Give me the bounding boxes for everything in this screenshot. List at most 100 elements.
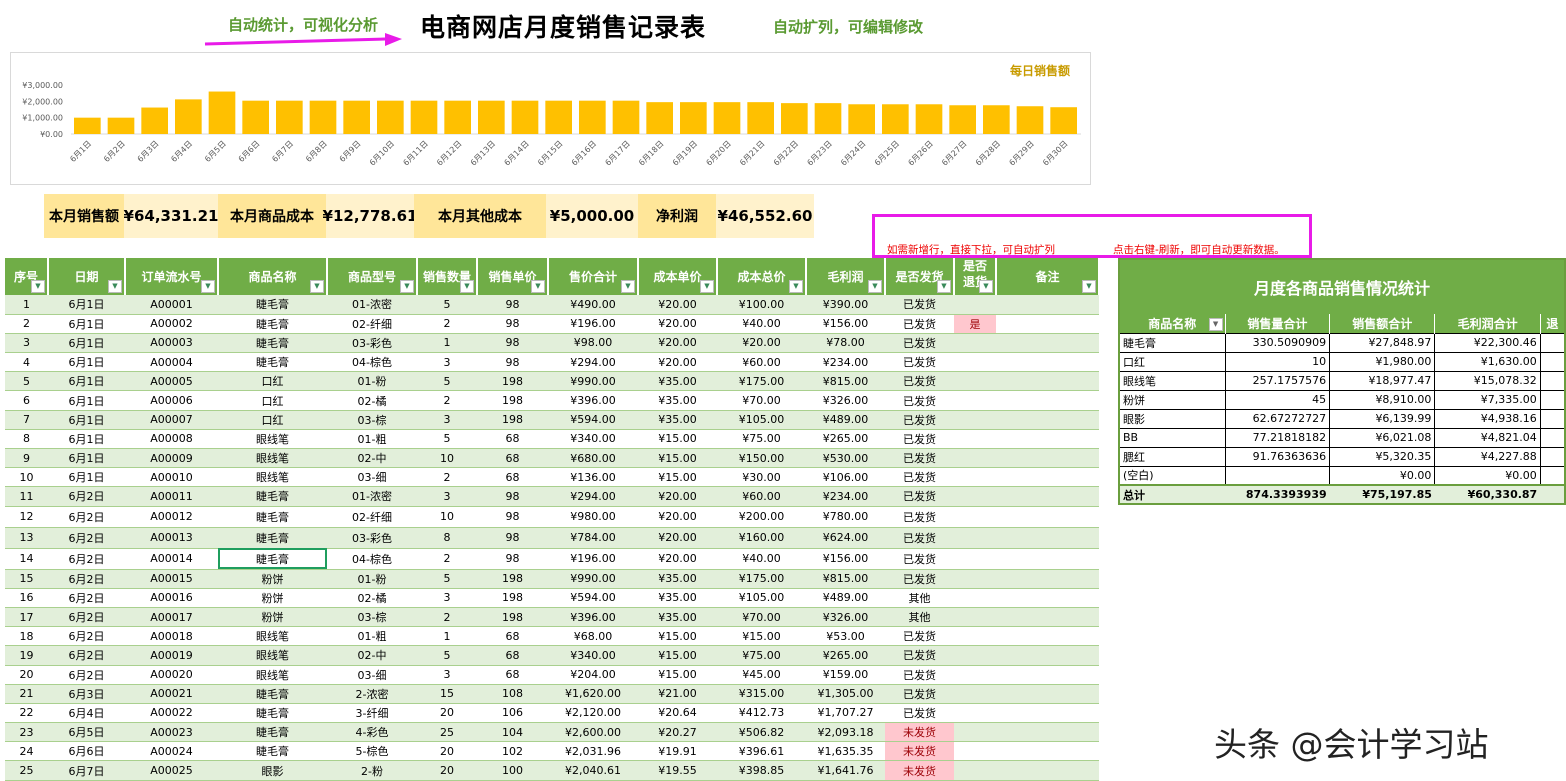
table-cell[interactable]: ¥326.00 [806, 607, 885, 628]
table-cell[interactable]: 6月2日 [48, 548, 125, 570]
pivot-cell[interactable] [1539, 389, 1566, 410]
table-cell[interactable]: ¥294.00 [548, 352, 638, 373]
table-cell[interactable]: 9 [5, 448, 48, 469]
table-cell[interactable]: 8 [5, 429, 48, 450]
table-cell[interactable]: 6月2日 [48, 607, 125, 628]
table-cell[interactable]: ¥2,031.96 [548, 741, 638, 762]
pivot-cell[interactable]: 77.21818182 [1224, 427, 1331, 448]
table-cell[interactable]: ¥70.00 [717, 607, 806, 628]
table-cell[interactable]: ¥530.00 [806, 448, 885, 469]
table-cell[interactable]: ¥156.00 [806, 314, 885, 334]
table-cell[interactable]: ¥490.00 [548, 295, 638, 315]
table-cell[interactable]: 6月6日 [48, 741, 125, 762]
table-cell[interactable]: 18 [5, 626, 48, 647]
table-cell[interactable]: 3 [5, 333, 48, 354]
table-cell[interactable]: 5 [417, 569, 477, 589]
table-cell[interactable]: ¥35.00 [638, 569, 717, 589]
table-cell[interactable]: 15 [5, 569, 48, 589]
table-cell[interactable]: 68 [477, 448, 548, 469]
table-cell[interactable]: 10 [417, 448, 477, 469]
pivot-cell[interactable]: ¥60,330.87 [1434, 484, 1541, 504]
table-cell[interactable]: 2 [417, 467, 477, 488]
table-cell[interactable] [954, 684, 996, 704]
table-cell[interactable]: 03-彩色 [327, 527, 417, 549]
table-cell[interactable]: 已发货 [885, 569, 954, 589]
table-cell[interactable]: 2 [5, 314, 48, 334]
table-cell[interactable]: 10 [417, 506, 477, 528]
table-cell[interactable]: ¥53.00 [806, 626, 885, 647]
table-cell[interactable]: 108 [477, 684, 548, 704]
table-cell[interactable] [996, 569, 1099, 589]
table-cell[interactable]: 眼线笔 [218, 626, 327, 647]
table-cell[interactable]: ¥98.00 [548, 333, 638, 354]
table-cell[interactable]: ¥680.00 [548, 448, 638, 469]
table-cell[interactable]: 01-浓密 [327, 486, 417, 507]
table-cell[interactable]: 粉饼 [218, 588, 327, 608]
table-cell[interactable] [996, 506, 1099, 528]
pivot-cell[interactable]: 62.67272727 [1224, 408, 1331, 429]
table-cell[interactable]: 98 [477, 314, 548, 334]
pivot-cell[interactable]: ¥27,848.97 [1329, 332, 1436, 353]
table-cell[interactable]: 68 [477, 645, 548, 666]
table-cell[interactable]: 15 [417, 684, 477, 704]
table-cell[interactable]: 02-纤细 [327, 506, 417, 528]
table-cell[interactable]: ¥990.00 [548, 371, 638, 392]
table-cell[interactable]: 3-纤细 [327, 703, 417, 724]
pivot-cell[interactable]: ¥22,300.46 [1434, 332, 1541, 353]
table-cell[interactable]: ¥234.00 [806, 352, 885, 373]
table-cell[interactable]: 104 [477, 722, 548, 743]
table-cell[interactable]: A00014 [125, 548, 218, 570]
table-cell[interactable]: ¥594.00 [548, 410, 638, 430]
table-cell[interactable]: 已发货 [885, 352, 954, 373]
table-cell[interactable]: A00022 [125, 703, 218, 724]
table-cell[interactable]: ¥19.55 [638, 760, 717, 781]
table-cell[interactable]: 98 [477, 548, 548, 570]
filter-dropdown-icon[interactable]: ▼ [979, 280, 993, 293]
table-cell[interactable] [996, 429, 1099, 450]
table-cell[interactable]: 6月1日 [48, 410, 125, 430]
table-cell[interactable] [954, 645, 996, 666]
table-cell[interactable]: 03-彩色 [327, 333, 417, 354]
table-cell[interactable]: ¥1,641.76 [806, 760, 885, 781]
table-cell[interactable]: 17 [5, 607, 48, 628]
pivot-cell[interactable]: ¥5,320.35 [1329, 446, 1436, 467]
pivot-cell[interactable]: ¥4,821.04 [1434, 427, 1541, 448]
table-cell[interactable]: 已发货 [885, 486, 954, 507]
table-cell[interactable]: 01-粗 [327, 626, 417, 647]
table-cell[interactable]: A00016 [125, 588, 218, 608]
table-cell[interactable] [996, 722, 1099, 743]
table-cell[interactable]: 3 [417, 588, 477, 608]
table-cell[interactable]: 睫毛膏 [218, 722, 327, 743]
table-cell[interactable] [996, 410, 1099, 430]
table-cell[interactable]: ¥294.00 [548, 486, 638, 507]
table-cell[interactable]: 20 [5, 665, 48, 685]
table-cell[interactable]: 102 [477, 741, 548, 762]
pivot-cell[interactable]: (空白) [1118, 465, 1226, 486]
table-cell[interactable] [954, 486, 996, 507]
filter-dropdown-icon[interactable]: ▼ [789, 280, 803, 293]
table-cell[interactable]: 01-浓密 [327, 295, 417, 315]
table-cell[interactable]: A00023 [125, 722, 218, 743]
table-cell[interactable]: ¥2,040.61 [548, 760, 638, 781]
pivot-cell[interactable]: ¥6,139.99 [1329, 408, 1436, 429]
table-cell[interactable]: 6月4日 [48, 703, 125, 724]
filter-dropdown-icon[interactable]: ▼ [310, 280, 324, 293]
table-cell[interactable] [954, 371, 996, 392]
table-cell[interactable] [954, 506, 996, 528]
table-cell[interactable]: ¥594.00 [548, 588, 638, 608]
table-cell[interactable]: 04-棕色 [327, 352, 417, 373]
table-cell[interactable]: 6月5日 [48, 722, 125, 743]
table-cell[interactable]: 02-中 [327, 645, 417, 666]
table-cell[interactable]: 2 [417, 314, 477, 334]
table-cell[interactable]: 6月1日 [48, 371, 125, 392]
table-cell[interactable]: A00006 [125, 390, 218, 411]
table-cell[interactable]: A00011 [125, 486, 218, 507]
table-cell[interactable]: 已发货 [885, 448, 954, 469]
table-cell[interactable]: 11 [5, 486, 48, 507]
table-cell[interactable]: 98 [477, 527, 548, 549]
pivot-cell[interactable]: ¥18,977.47 [1329, 370, 1436, 391]
table-cell[interactable]: ¥15.00 [638, 467, 717, 488]
table-cell[interactable]: ¥20.00 [638, 352, 717, 373]
pivot-cell[interactable]: 睫毛膏 [1118, 332, 1226, 353]
table-cell[interactable]: ¥1,620.00 [548, 684, 638, 704]
